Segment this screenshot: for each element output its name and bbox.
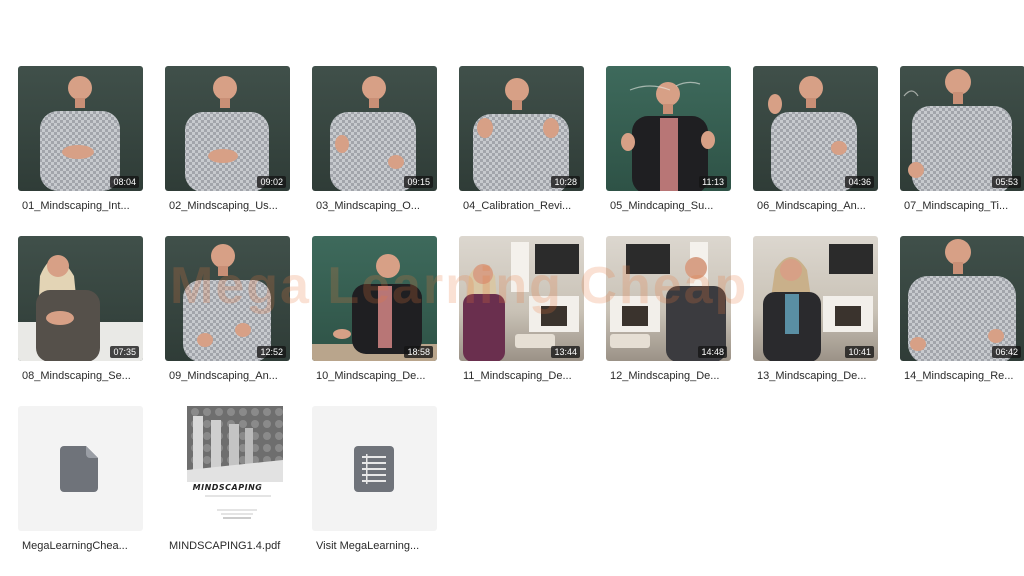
video-thumbnail: 13:44 [459,236,584,361]
video-thumbnail: 05:53 [900,66,1024,191]
file-tile-13[interactable]: 10:41 13_Mindscaping_De... [753,236,878,382]
video-duration: 12:52 [257,346,286,358]
presenter-figure [763,244,873,361]
file-tile-14[interactable]: 06:42 14_Mindscaping_Re... [900,236,1024,382]
presenter-figure [473,78,569,191]
presenter-figure [610,242,726,361]
video-duration: 04:36 [845,176,874,188]
text-document-icon [354,446,394,492]
file-tile-01[interactable]: 08:04 01_Mindscaping_Int... [18,66,143,212]
file-tile-02[interactable]: 09:02 02_Mindscaping_Us... [165,66,290,212]
video-thumbnail: 06:42 [900,236,1024,361]
file-name: 05_Mindcaping_Su... [610,200,714,212]
file-name: 10_Mindscaping_De... [316,370,426,382]
presenter-figure [908,239,1016,361]
file-name: 02_Mindscaping_Us... [169,200,278,212]
file-name: Visit MegaLearning... [316,540,420,552]
presenter-figure [312,254,437,361]
file-tile-07[interactable]: 05:53 07_Mindscaping_Ti... [900,66,1024,212]
video-duration: 10:41 [845,346,874,358]
pdf-cover-title: MINDSCAPING [192,483,263,492]
video-thumbnail: 04:36 [753,66,878,191]
video-duration: 06:42 [992,346,1021,358]
video-thumbnail: 09:15 [312,66,437,191]
file-tile-15[interactable]: MegaLearningChea... [18,406,143,552]
pdf-cover-image [187,406,283,519]
file-name: 12_Mindscaping_De... [610,370,720,382]
video-duration: 13:44 [551,346,580,358]
video-thumbnail: 10:28 [459,66,584,191]
presenter-figure [903,69,1012,191]
file-grid: 08:04 01_Mindscaping_Int... 09:02 02_Min… [18,66,1024,556]
presenter-figure [18,255,143,361]
video-thumbnail: 18:58 [312,236,437,361]
presenter-figure [768,76,857,191]
document-icon [60,446,98,492]
video-duration: 07:35 [110,346,139,358]
presenter-figure [330,76,416,191]
file-name: MegaLearningChea... [22,540,128,552]
file-name: 08_Mindscaping_Se... [22,370,131,382]
file-tile-04[interactable]: 10:28 04_Calibration_Revi... [459,66,584,212]
presenter-figure [621,81,715,191]
file-name: 14_Mindscaping_Re... [904,370,1014,382]
file-tile-03[interactable]: 09:15 03_Mindscaping_O... [312,66,437,212]
video-duration: 05:53 [992,176,1021,188]
file-tile-17[interactable]: Visit MegaLearning... [312,406,437,552]
video-thumbnail: 14:48 [606,236,731,361]
presenter-figure [463,242,579,361]
video-duration: 11:13 [699,176,727,188]
file-tile-10[interactable]: 18:58 10_Mindscaping_De... [312,236,437,382]
video-thumbnail: 12:52 [165,236,290,361]
file-name: 01_Mindscaping_Int... [22,200,130,212]
file-name: 03_Mindscaping_O... [316,200,420,212]
video-duration: 10:28 [551,176,580,188]
video-thumbnail: 11:13 [606,66,731,191]
file-tile-09[interactable]: 12:52 09_Mindscaping_An... [165,236,290,382]
video-thumbnail: 08:04 [18,66,143,191]
file-name: 04_Calibration_Revi... [463,200,572,212]
file-name: 11_Mindscaping_De... [463,370,572,382]
file-tile-08[interactable]: 07:35 08_Mindscaping_Se... [18,236,143,382]
file-tile-06[interactable]: 04:36 06_Mindscaping_An... [753,66,878,212]
video-duration: 08:04 [110,176,139,188]
file-name: 13_Mindscaping_De... [757,370,867,382]
presenter-figure [183,244,271,361]
video-thumbnail: 10:41 [753,236,878,361]
video-duration: 09:02 [257,176,286,188]
video-thumbnail: 07:35 [18,236,143,361]
file-tile-05[interactable]: 11:13 05_Mindcaping_Su... [606,66,731,212]
pdf-thumbnail: MINDSCAPING [165,406,290,531]
video-thumbnail: 09:02 [165,66,290,191]
video-duration: 18:58 [404,346,433,358]
file-thumbnail [312,406,437,531]
video-duration: 09:15 [404,176,433,188]
file-tile-16[interactable]: MINDSCAPING MINDSCAPING1.4.pdf [165,406,290,552]
file-thumbnail [18,406,143,531]
file-tile-11[interactable]: 13:44 11_Mindscaping_De... [459,236,584,382]
presenter-figure [40,76,120,191]
file-name: 06_Mindscaping_An... [757,200,866,212]
file-name: 07_Mindscaping_Ti... [904,200,1009,212]
presenter-figure [185,76,269,191]
video-duration: 14:48 [698,346,727,358]
file-name: MINDSCAPING1.4.pdf [169,540,281,552]
file-tile-12[interactable]: 14:48 12_Mindscaping_De... [606,236,731,382]
file-name: 09_Mindscaping_An... [169,370,278,382]
